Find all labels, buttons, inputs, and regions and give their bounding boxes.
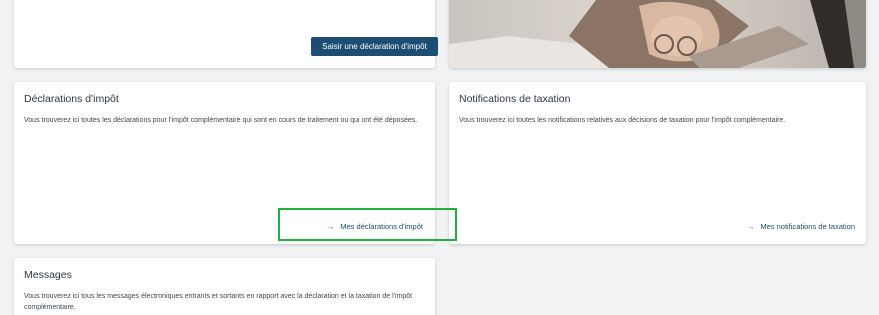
woman-thinking-photo <box>449 0 866 68</box>
tax-notifications-card: Notifications de taxation Vous trouverez… <box>449 82 866 244</box>
submit-declaration-button[interactable]: Saisir une déclaration d'impôt <box>311 37 438 56</box>
tax-declarations-title: Déclarations d'impôt <box>24 93 119 105</box>
messages-card: Messages Vous trouverez ici tous les mes… <box>14 258 435 315</box>
arrow-right-icon: → <box>746 222 755 231</box>
tax-declarations-description: Vous trouverez ici toutes les déclaratio… <box>24 117 418 124</box>
tax-declarations-card: Déclarations d'impôt Vous trouverez ici … <box>14 82 435 244</box>
tax-notifications-description: Vous trouverez ici toutes les notificati… <box>459 117 786 124</box>
my-tax-declarations-link[interactable]: → Mes déclarations d'impôt <box>327 222 423 231</box>
submit-declaration-card: Saisir une déclaration d'impôt <box>14 0 438 68</box>
arrow-right-icon: → <box>326 222 335 231</box>
messages-title: Messages <box>24 269 72 281</box>
messages-description: Vous trouverez ici tous les messages éle… <box>24 293 413 311</box>
header-photo-card <box>449 0 866 68</box>
my-tax-notifications-link[interactable]: → Mes notifications de taxation <box>747 222 855 231</box>
tax-notifications-title: Notifications de taxation <box>459 93 571 105</box>
my-tax-notifications-label: Mes notifications de taxation <box>760 222 855 231</box>
my-tax-declarations-label: Mes déclarations d'impôt <box>340 222 423 231</box>
